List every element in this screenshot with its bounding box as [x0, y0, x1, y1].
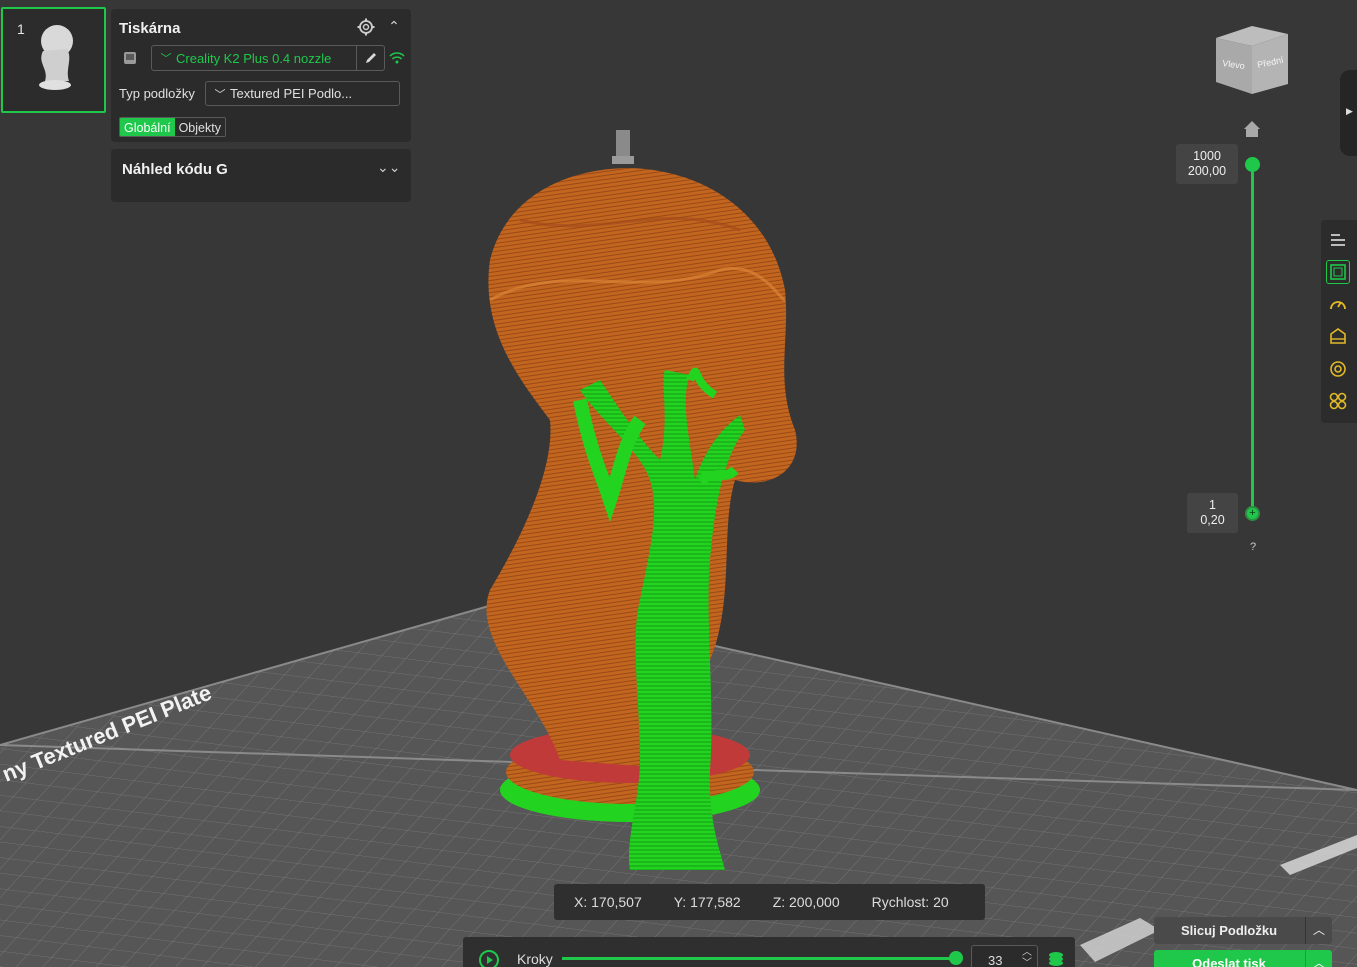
- help-icon[interactable]: ?: [1246, 541, 1260, 555]
- pencil-icon: [365, 53, 376, 63]
- gcode-preview-title: Náhled kódu G: [122, 161, 228, 178]
- play-icon: [487, 956, 493, 964]
- plate-thumbnail[interactable]: 1: [1, 7, 106, 113]
- line-type-icon[interactable]: [1326, 260, 1350, 284]
- spin-arrows-icon[interactable]: ︿ ﹀: [1022, 947, 1032, 967]
- steps-slider-track[interactable]: [562, 957, 956, 960]
- layer-bottom-label: 1 0,20: [1187, 493, 1238, 533]
- printer-select[interactable]: ﹀ Creality K2 Plus 0.4 nozzle: [151, 45, 385, 71]
- home-icon[interactable]: [1242, 119, 1262, 139]
- model-thumbnail-icon: [39, 25, 73, 90]
- layer-slider-track[interactable]: [1251, 164, 1254, 514]
- printer-icon: [124, 52, 136, 64]
- expand-down-icon[interactable]: ⌄⌄: [377, 159, 400, 176]
- slice-plate-button[interactable]: Slicuj Podložku ︿: [1154, 917, 1332, 944]
- view-cube[interactable]: Vlevo Přední: [1212, 24, 1292, 96]
- edit-printer-button[interactable]: [356, 46, 384, 70]
- chevron-down-icon: ﹀: [160, 53, 172, 65]
- chevron-up-icon[interactable]: ︿: [1305, 917, 1332, 944]
- gear-icon[interactable]: [357, 18, 375, 36]
- plate-type-value: Textured PEI Podlo...: [230, 86, 353, 101]
- top-layer-height: 200,00: [1187, 164, 1227, 178]
- steps-label: Kroky: [517, 951, 553, 967]
- plate-type-select[interactable]: ﹀ Textured PEI Podlo...: [205, 81, 400, 106]
- send-print-button[interactable]: Odeslat tisk ︿: [1154, 950, 1332, 967]
- layer-top-label: 1000 200,00: [1176, 144, 1238, 184]
- layer-slider-top-handle[interactable]: [1245, 157, 1260, 172]
- plate-type-label: Typ podložky: [119, 86, 195, 101]
- chevron-down-icon: ﹀: [214, 88, 226, 101]
- play-button[interactable]: [479, 950, 499, 967]
- plate-number: 1: [17, 21, 25, 37]
- layers-stack-icon[interactable]: [1047, 951, 1065, 967]
- send-print-label: Odeslat tisk: [1192, 956, 1266, 967]
- arrow-right-icon: ▶: [1346, 106, 1353, 116]
- steps-spinbox[interactable]: 33 ︿ ﹀: [971, 945, 1038, 967]
- top-layer-number: 1000: [1193, 149, 1221, 163]
- fan-speed-icon[interactable]: [1326, 357, 1350, 381]
- toggle-objects[interactable]: Objekty: [174, 118, 225, 136]
- collapse-up-icon[interactable]: ⌃: [387, 17, 401, 35]
- side-collapse-tab[interactable]: ▶: [1340, 70, 1357, 156]
- settings-scope-toggle: Globální Objekty: [119, 117, 226, 137]
- gcode-preview-panel: Náhled kódu G ⌄⌄: [111, 149, 411, 202]
- slice-plate-label: Slicuj Podložku: [1180, 923, 1278, 938]
- speed-icon[interactable]: [1326, 293, 1350, 317]
- printer-panel-title: Tiskárna: [119, 20, 181, 37]
- toggle-global[interactable]: Globální: [120, 118, 175, 136]
- view-mode-toolbar: [1321, 220, 1357, 423]
- layer-height-icon[interactable]: [1326, 324, 1350, 348]
- temperature-icon[interactable]: [1326, 389, 1350, 413]
- status-x: X: 170,507: [574, 894, 642, 910]
- toolhead-status-bar: X: 170,507 Y: 177,582 Z: 200,000 Rychlos…: [554, 884, 985, 920]
- wifi-icon[interactable]: [389, 51, 405, 65]
- printer-panel: Tiskárna ⌃ ﹀ Creality K2 Plus 0.4 nozzle…: [111, 9, 411, 142]
- 3d-viewport[interactable]: ny Textured PEI Plate: [0, 0, 1357, 967]
- steps-bar: Kroky 33 ︿ ﹀: [463, 937, 1075, 967]
- steps-value: 33: [988, 953, 1003, 967]
- status-y: Y: 177,582: [673, 894, 741, 910]
- steps-slider-handle[interactable]: [949, 951, 963, 965]
- bottom-layer-height: 0,20: [1200, 513, 1225, 527]
- printer-name: Creality K2 Plus 0.4 nozzle: [176, 50, 332, 66]
- status-z: Z: 200,000: [772, 894, 840, 910]
- chevron-up-icon[interactable]: ︿: [1305, 950, 1332, 967]
- layer-slider-bottom-handle[interactable]: +: [1245, 506, 1260, 521]
- layers-list-icon[interactable]: [1326, 228, 1350, 252]
- viewport-canvas: ny Textured PEI Plate: [0, 130, 1357, 967]
- status-speed: Rychlost: 20: [871, 894, 949, 910]
- bottom-layer-number: 1: [1209, 498, 1216, 512]
